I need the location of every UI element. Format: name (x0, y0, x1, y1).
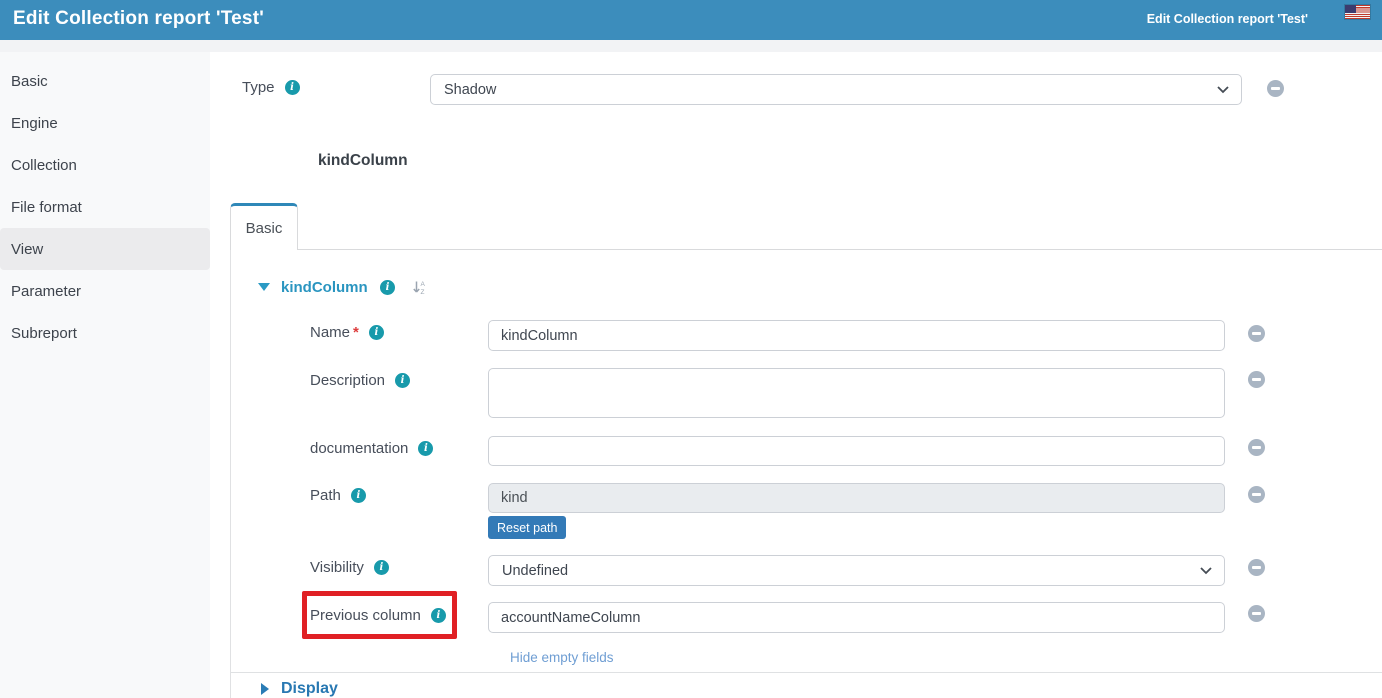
type-label-row: Type i (242, 79, 300, 96)
info-icon[interactable]: i (418, 441, 433, 456)
info-icon[interactable]: i (374, 560, 389, 575)
remove-visibility-button[interactable] (1248, 559, 1265, 576)
required-asterisk: * (353, 324, 359, 341)
info-icon[interactable]: i (380, 280, 395, 295)
remove-name-button[interactable] (1248, 325, 1265, 342)
info-icon[interactable]: i (395, 373, 410, 388)
chevron-down-icon (1200, 567, 1212, 575)
tab-basic[interactable]: Basic (230, 203, 298, 250)
column-heading: kindColumn (318, 152, 408, 170)
tab-panel-left-border (230, 250, 231, 698)
page-title: Edit Collection report 'Test' (13, 8, 264, 30)
sidebar: Basic Engine Collection File format View… (0, 52, 210, 698)
svg-text:A: A (421, 281, 426, 288)
documentation-label: documentation (310, 440, 408, 457)
type-label: Type (242, 79, 275, 96)
us-flag-icon[interactable] (1345, 5, 1370, 19)
sidebar-item-file-format[interactable]: File format (0, 186, 210, 228)
documentation-input[interactable] (488, 436, 1225, 466)
remove-description-button[interactable] (1248, 371, 1265, 388)
reset-path-button[interactable]: Reset path (488, 516, 566, 539)
header-substrip (0, 40, 1382, 52)
tabbar-divider (297, 249, 1382, 250)
sidebar-item-engine[interactable]: Engine (0, 102, 210, 144)
flag-canton (1345, 5, 1356, 13)
name-input[interactable] (488, 320, 1225, 351)
info-icon[interactable]: i (431, 608, 446, 623)
name-label: Name* (310, 324, 359, 341)
visibility-select[interactable]: Undefined (488, 555, 1225, 586)
display-section-title[interactable]: Display (281, 680, 338, 698)
svg-text:Z: Z (421, 289, 425, 296)
collapse-triangle-icon[interactable] (258, 283, 270, 291)
remove-previous-column-button[interactable] (1248, 605, 1265, 622)
sidebar-item-view[interactable]: View (0, 228, 210, 270)
remove-path-button[interactable] (1248, 486, 1265, 503)
section-title[interactable]: kindColumn (281, 279, 368, 296)
sidebar-item-basic[interactable]: Basic (0, 60, 210, 102)
previous-column-label-row: Previous column i (310, 607, 446, 624)
sidebar-item-subreport[interactable]: Subreport (0, 312, 210, 354)
top-bar: Edit Collection report 'Test' Edit Colle… (0, 0, 1382, 40)
path-label-row: Path i (310, 487, 366, 504)
info-icon[interactable]: i (369, 325, 384, 340)
sidebar-item-parameter[interactable]: Parameter (0, 270, 210, 312)
info-icon[interactable]: i (351, 488, 366, 503)
visibility-select-value: Undefined (489, 563, 568, 579)
previous-column-label: Previous column (310, 607, 421, 624)
description-textarea[interactable] (488, 368, 1225, 418)
remove-documentation-button[interactable] (1248, 439, 1265, 456)
page-title-right: Edit Collection report 'Test' (1147, 12, 1308, 26)
section-divider (230, 672, 1382, 673)
info-icon[interactable]: i (285, 80, 300, 95)
expand-triangle-icon[interactable] (261, 683, 269, 695)
path-input (488, 483, 1225, 513)
type-select[interactable]: Shadow (430, 74, 1242, 105)
documentation-label-row: documentation i (310, 440, 433, 457)
description-label-row: Description i (310, 372, 410, 389)
type-select-value: Shadow (431, 82, 496, 98)
remove-type-button[interactable] (1267, 80, 1284, 97)
previous-column-input[interactable] (488, 602, 1225, 633)
sort-alpha-icon[interactable]: A Z (411, 279, 428, 296)
visibility-label-row: Visibility i (310, 559, 389, 576)
sidebar-item-collection[interactable]: Collection (0, 144, 210, 186)
name-label-row: Name* i (310, 324, 384, 341)
path-label: Path (310, 487, 341, 504)
chevron-down-icon (1217, 86, 1229, 94)
hide-empty-fields-link[interactable]: Hide empty fields (510, 650, 614, 665)
visibility-label: Visibility (310, 559, 364, 576)
description-label: Description (310, 372, 385, 389)
